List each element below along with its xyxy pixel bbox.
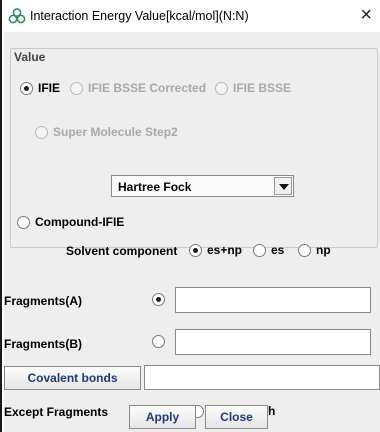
np-label: np <box>316 243 331 257</box>
super-molecule-label: Super Molecule Step2 <box>53 125 178 139</box>
fragments-a-label: Fragments(A) <box>4 294 83 308</box>
dialog-content: Value IFIE IFIE BSSE Corrected IFIE BSSE… <box>4 32 380 432</box>
ifie-radio-icon[interactable] <box>20 81 33 95</box>
close-button[interactable]: Close <box>205 405 268 429</box>
fragments-a-input[interactable] <box>175 287 371 313</box>
radio-compound-ifie[interactable]: Compound-IFIE <box>17 215 124 229</box>
radio-super-molecule[interactable]: Super Molecule Step2 <box>35 125 178 139</box>
es-np-label: es+np <box>207 243 243 257</box>
compound-ifie-label: Compound-IFIE <box>35 215 125 229</box>
covalent-bonds-input[interactable] <box>144 365 380 390</box>
window-title: Interaction Energy Value[kcal/mol](N:N) <box>30 9 249 23</box>
ifie-bsse-corrected-label: IFIE BSSE Corrected <box>88 81 207 95</box>
solvent-component-label: Solvent component <box>66 244 178 258</box>
method-select[interactable]: Hartree Fock <box>111 175 294 197</box>
radio-ifie-bsse[interactable]: IFIE BSSE <box>215 81 291 95</box>
app-logo-icon <box>8 8 26 24</box>
ifie-bsse-label: IFIE BSSE <box>233 81 292 95</box>
radio-ifie-bsse-corrected[interactable]: IFIE BSSE Corrected <box>70 81 206 95</box>
title-bar[interactable]: Interaction Energy Value[kcal/mol](N:N) … <box>2 0 380 32</box>
value-group-legend: Value <box>12 50 48 64</box>
fragments-b-input[interactable] <box>175 329 371 355</box>
radio-es-np[interactable]: es+np <box>189 243 242 257</box>
dialog-window: Interaction Energy Value[kcal/mol](N:N) … <box>0 0 380 432</box>
radio-ifie[interactable]: IFIE <box>20 81 60 95</box>
es-radio-icon[interactable] <box>253 243 266 257</box>
ifie-label: IFIE <box>38 81 61 95</box>
ifie-bsse-corrected-radio-icon[interactable] <box>70 81 83 95</box>
super-molecule-radio-icon[interactable] <box>35 125 48 139</box>
fragments-a-radio[interactable] <box>152 293 165 306</box>
fragments-b-radio[interactable] <box>152 335 165 348</box>
np-radio-icon[interactable] <box>298 243 311 257</box>
es-label: es <box>271 243 285 257</box>
method-select-value: Hartree Fock <box>118 180 192 194</box>
dropdown-arrow-icon[interactable] <box>274 177 292 195</box>
es-np-radio-icon[interactable] <box>189 243 202 257</box>
covalent-bonds-button[interactable]: Covalent bonds <box>4 366 141 390</box>
fragments-b-label: Fragments(B) <box>4 337 83 351</box>
compound-ifie-radio-icon[interactable] <box>17 215 30 229</box>
radio-es[interactable]: es <box>253 243 284 257</box>
radio-np[interactable]: np <box>298 243 331 257</box>
close-window-icon[interactable]: × <box>360 4 372 26</box>
apply-button[interactable]: Apply <box>129 405 196 429</box>
except-fragments-label: Except Fragments <box>4 405 109 419</box>
ifie-bsse-radio-icon[interactable] <box>215 81 228 95</box>
